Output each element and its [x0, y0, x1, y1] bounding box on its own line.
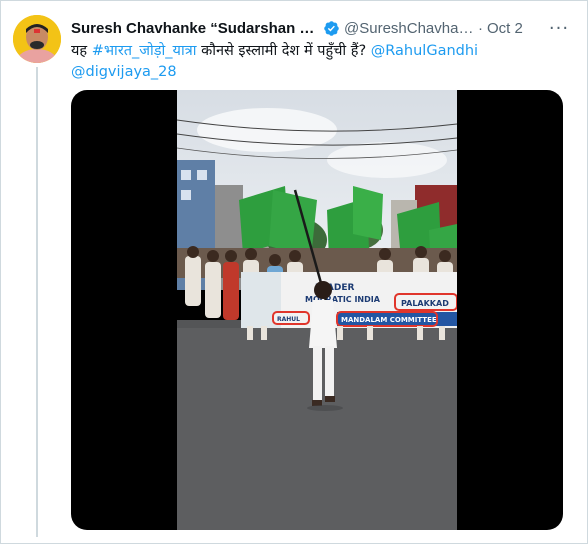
- mention-digvijaya-link[interactable]: @digvijaya_28: [71, 64, 177, 80]
- video-frame: LEADER MOCRATIC INDIA PALAKKAD MANDALAM …: [177, 90, 457, 530]
- thread-line: [36, 67, 38, 537]
- video-player[interactable]: LEADER MOCRATIC INDIA PALAKKAD MANDALAM …: [71, 90, 563, 530]
- display-name[interactable]: Suresh Chavhanke “Sudarshan Ne...: [71, 20, 319, 37]
- text-middle: कौनसे इस्लामी देश में पहुँची हैं?: [196, 43, 371, 59]
- separator-dot: ·: [478, 19, 483, 37]
- avatar[interactable]: [13, 15, 61, 63]
- tweet-header: Suresh Chavhanke “Sudarshan Ne... @Sures…: [71, 17, 573, 39]
- handle[interactable]: @SureshChavhan...: [344, 20, 474, 37]
- text-prefix: यह: [71, 43, 92, 59]
- hashtag-link[interactable]: #भारत_जोड़ो_यात्रा: [92, 43, 197, 59]
- tweet-text: यह #भारत_जोड़ो_यात्रा कौनसे इस्लामी देश …: [71, 41, 571, 83]
- banner-badge: PALAKKAD: [401, 299, 449, 308]
- banner-bottom: MANDALAM COMMITTEE: [341, 316, 437, 324]
- tweet-date[interactable]: Oct 2: [487, 20, 523, 37]
- more-options-icon[interactable]: ···: [545, 15, 573, 41]
- banner-left-tag: RAHUL: [277, 316, 300, 323]
- mention-rahulgandhi-link[interactable]: @RahulGandhi: [371, 43, 478, 59]
- verified-badge-icon: [324, 20, 339, 36]
- avatar-column: [13, 15, 61, 63]
- tweet-card: Suresh Chavhanke “Sudarshan Ne... @Sures…: [0, 0, 588, 544]
